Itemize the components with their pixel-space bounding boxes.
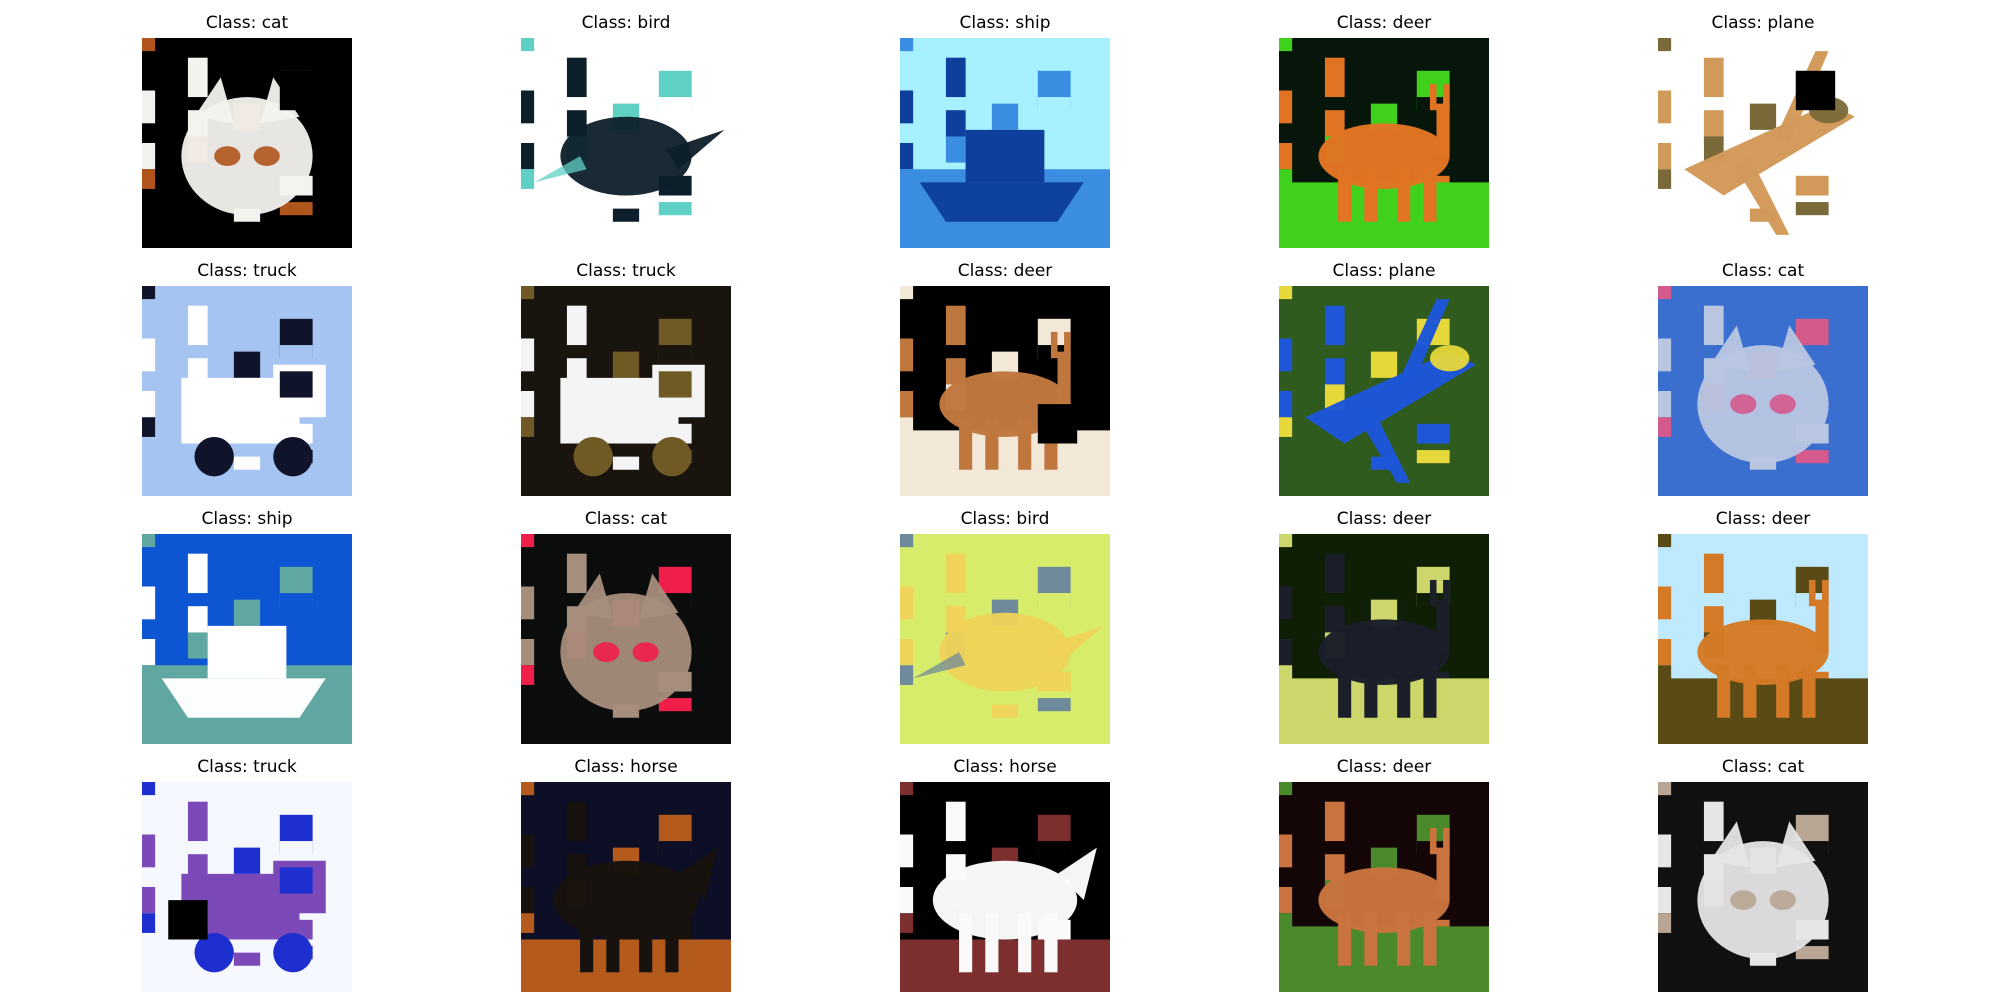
- deer-pixel-image: [900, 286, 1110, 496]
- plane-thumbnail: [1658, 38, 1868, 248]
- deer-thumbnail: [1279, 534, 1489, 744]
- image-title: Class: bird: [581, 13, 671, 33]
- ship-thumbnail: [142, 534, 352, 744]
- truck-pixel-image: [521, 286, 731, 496]
- plane-pixel-image: [1658, 38, 1868, 248]
- ship-pixel-image: [142, 534, 352, 744]
- image-title: Class: deer: [1336, 13, 1432, 33]
- horse-thumbnail: [900, 782, 1110, 992]
- cat-pixel-image: [142, 38, 352, 248]
- cat-thumbnail: [521, 534, 731, 744]
- plane-thumbnail: [1279, 286, 1489, 496]
- bird-thumbnail: [521, 38, 731, 248]
- deer-pixel-image: [1279, 782, 1489, 992]
- cat-pixel-image: [521, 534, 731, 744]
- image-title: Class: deer: [1336, 509, 1432, 529]
- cat-pixel-image: [1658, 286, 1868, 496]
- ship-thumbnail: [900, 38, 1110, 248]
- image-title: Class: plane: [1332, 261, 1436, 281]
- image-title: Class: truck: [197, 261, 297, 281]
- image-title: Class: deer: [957, 261, 1053, 281]
- image-title: Class: cat: [1721, 261, 1805, 281]
- horse-thumbnail: [521, 782, 731, 992]
- image-title: Class: ship: [201, 509, 293, 529]
- deer-thumbnail: [900, 286, 1110, 496]
- truck-thumbnail: [142, 782, 352, 992]
- image-title: Class: plane: [1711, 13, 1815, 33]
- truck-thumbnail: [142, 286, 352, 496]
- image-title: Class: truck: [576, 261, 676, 281]
- image-title: Class: cat: [1721, 757, 1805, 777]
- deer-pixel-image: [1279, 534, 1489, 744]
- image-title: Class: deer: [1336, 757, 1432, 777]
- truck-pixel-image: [142, 782, 352, 992]
- image-title: Class: ship: [959, 13, 1051, 33]
- image-title: Class: truck: [197, 757, 297, 777]
- image-title: Class: deer: [1715, 509, 1811, 529]
- cat-thumbnail: [142, 38, 352, 248]
- bird-thumbnail: [900, 534, 1110, 744]
- plane-pixel-image: [1279, 286, 1489, 496]
- deer-pixel-image: [1279, 38, 1489, 248]
- truck-pixel-image: [142, 286, 352, 496]
- horse-pixel-image: [900, 782, 1110, 992]
- deer-pixel-image: [1658, 534, 1868, 744]
- bird-pixel-image: [521, 38, 731, 248]
- cat-thumbnail: [1658, 782, 1868, 992]
- image-title: Class: bird: [960, 509, 1050, 529]
- image-title: Class: horse: [574, 757, 678, 777]
- image-title: Class: cat: [584, 509, 668, 529]
- ship-pixel-image: [900, 38, 1110, 248]
- image-title: Class: horse: [953, 757, 1057, 777]
- deer-thumbnail: [1279, 782, 1489, 992]
- truck-thumbnail: [521, 286, 731, 496]
- horse-pixel-image: [521, 782, 731, 992]
- cat-pixel-image: [1658, 782, 1868, 992]
- cat-thumbnail: [1658, 286, 1868, 496]
- deer-thumbnail: [1279, 38, 1489, 248]
- image-grid: Class: cat Class: bird Class: ship Class: d…: [0, 0, 2000, 1000]
- bird-pixel-image: [900, 534, 1110, 744]
- deer-thumbnail: [1658, 534, 1868, 744]
- image-title: Class: cat: [205, 13, 289, 33]
